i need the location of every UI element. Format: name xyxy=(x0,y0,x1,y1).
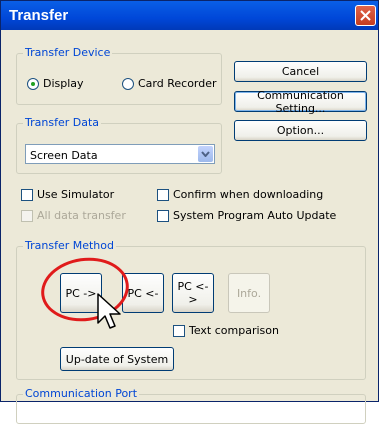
dropdown-arrow[interactable] xyxy=(198,146,213,162)
confirm-downloading-label: Confirm when downloading xyxy=(173,188,324,201)
transfer-device-group: Transfer Device Display Card Recorder xyxy=(16,46,222,105)
text-comparison-label: Text comparison xyxy=(189,324,279,337)
mouse-pointer-icon xyxy=(97,293,121,329)
use-simulator-label: Use Simulator xyxy=(37,188,115,201)
text-comparison-checkbox[interactable]: Text comparison xyxy=(173,324,279,337)
close-icon xyxy=(360,10,371,21)
info-button[interactable]: Info. xyxy=(228,273,270,313)
radio-card-recorder[interactable]: Card Recorder xyxy=(122,77,217,90)
radio-display[interactable]: Display xyxy=(27,77,84,90)
communication-port-label: Communication Port xyxy=(23,387,140,400)
use-simulator-checkbox[interactable]: Use Simulator xyxy=(21,188,114,201)
radio-display-label: Display xyxy=(43,77,84,90)
use-simulator-box[interactable] xyxy=(21,188,33,201)
system-program-update-box[interactable] xyxy=(157,209,169,222)
system-program-update-label: System Program Auto Update xyxy=(173,209,337,222)
communication-port-group: Communication Port xyxy=(16,387,366,424)
chevron-down-icon xyxy=(201,151,210,157)
transfer-method-label: Transfer Method xyxy=(23,239,116,252)
all-data-transfer-label: All data transfer xyxy=(37,209,126,222)
communication-setting-button[interactable]: Communication Setting... xyxy=(234,89,367,115)
confirm-downloading-box[interactable] xyxy=(157,188,169,201)
radio-card-recorder-label: Card Recorder xyxy=(138,77,217,90)
transfer-data-value: Screen Data xyxy=(30,149,98,162)
all-data-transfer-box[interactable] xyxy=(21,209,33,222)
system-program-update-checkbox[interactable]: System Program Auto Update xyxy=(157,209,336,222)
text-comparison-box[interactable] xyxy=(173,324,185,337)
radio-display-dot[interactable] xyxy=(27,77,39,90)
confirm-downloading-checkbox[interactable]: Confirm when downloading xyxy=(157,188,323,201)
cancel-button[interactable]: Cancel xyxy=(234,61,367,82)
transfer-data-select[interactable]: Screen Data xyxy=(25,144,215,164)
transfer-dialog: Transfer Transfer Device Display Card Re… xyxy=(0,0,379,424)
pc-from-button[interactable]: PC <- xyxy=(122,273,164,313)
transfer-device-label: Transfer Device xyxy=(23,46,113,59)
close-button[interactable] xyxy=(355,5,376,26)
option-button[interactable]: Option... xyxy=(234,120,367,141)
transfer-data-group: Transfer Data Screen Data xyxy=(16,116,222,174)
dialog-body: Transfer Device Display Card Recorder Ca… xyxy=(1,30,378,424)
update-system-button[interactable]: Up-date of System xyxy=(60,347,174,371)
all-data-transfer-checkbox[interactable]: All data transfer xyxy=(21,209,126,222)
window-title: Transfer xyxy=(9,7,69,24)
title-bar[interactable]: Transfer xyxy=(1,1,378,30)
pc-both-button[interactable]: PC <-> xyxy=(172,273,214,313)
radio-card-recorder-dot[interactable] xyxy=(122,77,134,90)
transfer-data-label: Transfer Data xyxy=(23,116,101,129)
